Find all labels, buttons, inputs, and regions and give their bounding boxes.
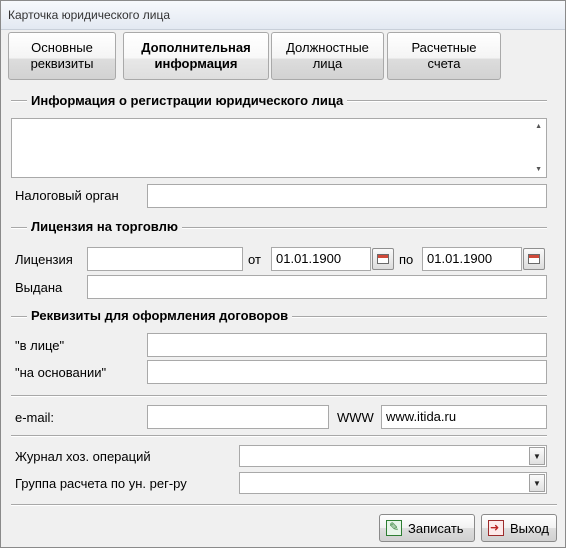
issued-by-label: Выдана (15, 280, 63, 295)
license-to-date-input[interactable]: 01.01.1900 (422, 247, 522, 271)
license-label: Лицензия (15, 252, 73, 267)
tab-label: Дополнительная информация (141, 40, 251, 71)
calc-group-select[interactable]: ▼ (239, 472, 547, 494)
save-button-label: Записать (408, 520, 464, 536)
license-input[interactable] (87, 247, 243, 271)
basis-label: "на основании" (15, 365, 107, 380)
tab-label: Должностные лица (286, 40, 369, 71)
www-input[interactable]: www.itida.ru (381, 405, 547, 429)
calendar-icon (528, 254, 540, 264)
license-to-label: по (399, 252, 414, 267)
contract-section-title: Реквизиты для оформления договоров (27, 308, 293, 323)
tab-label: Основные реквизиты (30, 40, 94, 71)
title-bar[interactable]: Карточка юридического лица (1, 1, 565, 30)
dropdown-arrow-icon[interactable]: ▼ (529, 447, 545, 465)
email-label: e-mail: (15, 410, 55, 425)
calendar-icon (377, 254, 389, 264)
section-divider (11, 435, 547, 437)
in-person-input[interactable] (147, 333, 547, 357)
scroll-up-icon[interactable]: ▲ (535, 123, 542, 130)
tab-label: Расчетные счета (411, 40, 477, 71)
basis-input[interactable] (147, 360, 547, 384)
tax-office-input[interactable] (147, 184, 547, 208)
from-date-picker-button[interactable] (372, 248, 394, 270)
tab-bank-accounts[interactable]: Расчетные счета (387, 32, 501, 80)
exit-icon (488, 520, 504, 536)
in-person-label: "в лице" (15, 338, 65, 353)
www-label: WWW (337, 410, 374, 425)
section-divider (11, 395, 547, 397)
exit-button[interactable]: Выход (481, 514, 557, 542)
tax-office-label: Налоговый орган (15, 188, 119, 203)
license-from-date-input[interactable]: 01.01.1900 (271, 247, 371, 271)
issued-by-input[interactable] (87, 275, 547, 299)
calc-group-label: Группа расчета по ун. рег-ру (15, 476, 187, 491)
email-input[interactable] (147, 405, 329, 429)
registration-section-title: Информация о регистрации юридического ли… (27, 93, 348, 108)
operations-journal-label: Журнал хоз. операций (15, 449, 151, 464)
registration-info-memo[interactable]: ▲ ▼ (11, 118, 547, 178)
legal-entity-card-window: Карточка юридического лица Основные рекв… (0, 0, 566, 548)
scroll-down-icon[interactable]: ▼ (535, 166, 542, 173)
save-icon (386, 520, 402, 536)
memo-scrollbar[interactable]: ▲ ▼ (530, 119, 546, 177)
operations-journal-select[interactable]: ▼ (239, 445, 547, 467)
bottom-divider (11, 504, 557, 506)
tab-additional-info[interactable]: Дополнительная информация (123, 32, 269, 80)
dropdown-arrow-icon[interactable]: ▼ (529, 474, 545, 492)
window-title: Карточка юридического лица (8, 8, 171, 22)
save-button[interactable]: Записать (379, 514, 475, 542)
tab-officials[interactable]: Должностные лица (271, 32, 384, 80)
exit-button-label: Выход (510, 520, 549, 536)
license-section-title: Лицензия на торговлю (27, 219, 182, 234)
tab-main-details[interactable]: Основные реквизиты (8, 32, 116, 80)
license-from-label: от (248, 252, 261, 267)
to-date-picker-button[interactable] (523, 248, 545, 270)
